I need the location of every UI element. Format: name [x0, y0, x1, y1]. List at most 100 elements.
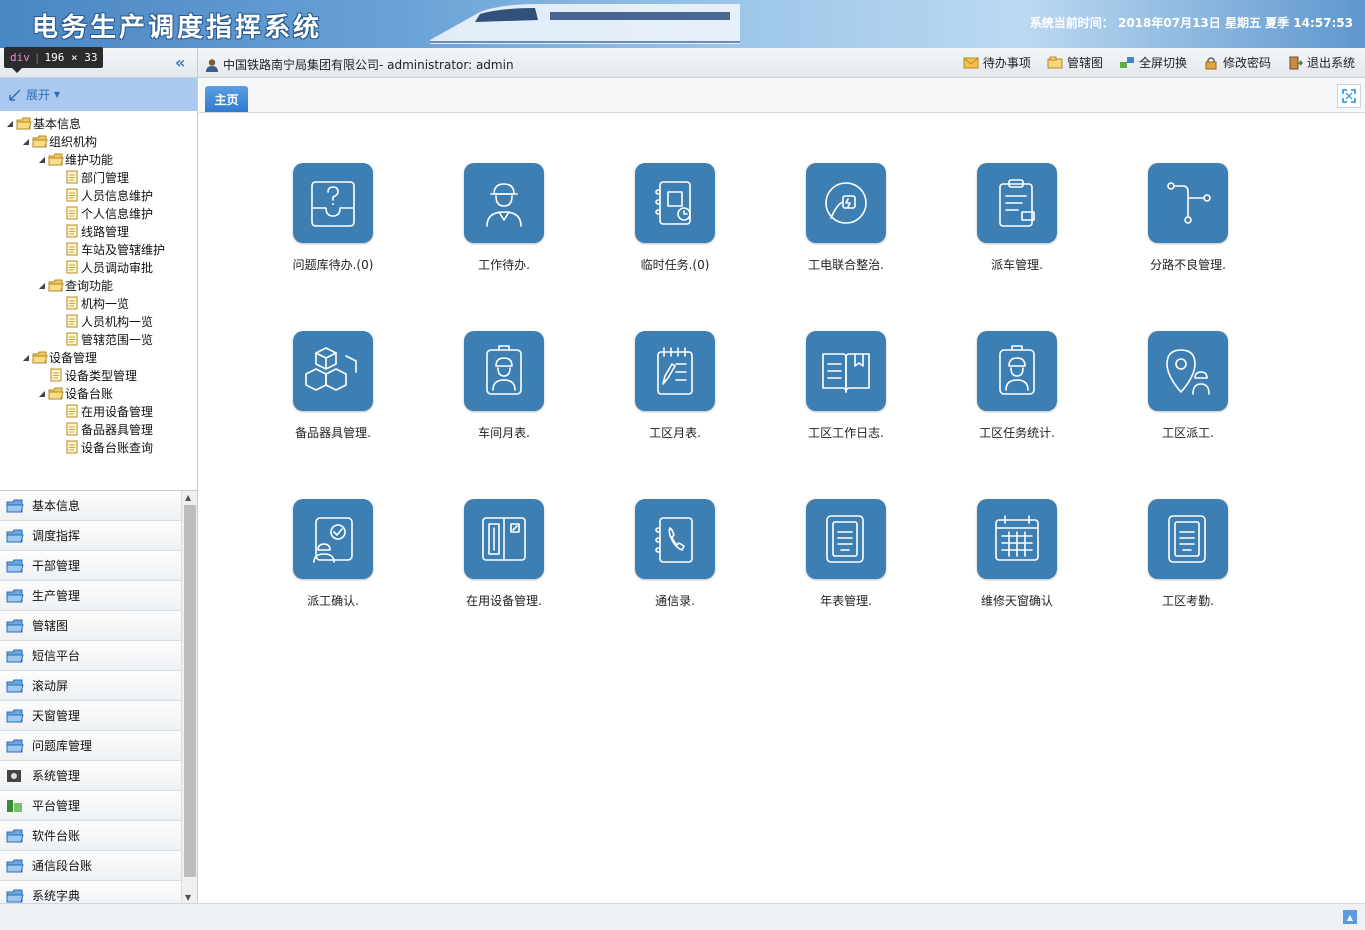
accordion-item[interactable]: 短信平台 [0, 641, 181, 671]
tile-label[interactable]: 在用设备管理. [434, 592, 574, 609]
function-tile[interactable]: 临时任务.(0) [605, 163, 745, 283]
tree-leaf[interactable]: 备品器具管理 [4, 420, 197, 438]
accordion-item[interactable]: 系统字典 [0, 881, 181, 903]
function-tile[interactable]: 车间月表. [434, 331, 574, 451]
function-tile[interactable]: 工区工作日志. [776, 331, 916, 451]
tab-home[interactable]: 主页 [205, 86, 248, 112]
jurisdiction-map-button[interactable]: 管辖图 [1047, 54, 1103, 71]
accordion-item[interactable]: 生产管理 [0, 581, 181, 611]
tile-icon-box[interactable] [806, 499, 886, 579]
tree-toggle-icon[interactable]: ◢ [20, 353, 32, 362]
tile-label[interactable]: 分路不良管理. [1118, 256, 1258, 273]
tile-icon-box[interactable] [293, 331, 373, 411]
tile-label[interactable]: 工区工作日志. [776, 424, 916, 441]
tree-toggle-icon[interactable]: ◢ [36, 281, 48, 290]
tile-label[interactable]: 临时任务.(0) [605, 256, 745, 273]
function-tile[interactable]: 年表管理. [776, 499, 916, 619]
tile-icon-box[interactable] [293, 163, 373, 243]
tree-leaf[interactable]: 线路管理 [4, 222, 197, 240]
function-tile[interactable]: 派工确认. [263, 499, 403, 619]
tree-folder[interactable]: ◢ 设备台账 [4, 384, 197, 402]
fullscreen-button[interactable] [1337, 84, 1361, 108]
tile-label[interactable]: 工区考勤. [1118, 592, 1258, 609]
tile-icon-box[interactable] [977, 331, 1057, 411]
function-tile[interactable]: 分路不良管理. [1118, 163, 1258, 283]
tile-icon-box[interactable] [293, 499, 373, 579]
tile-label[interactable]: 工区任务统计. [947, 424, 1087, 441]
accordion-item[interactable]: 平台管理 [0, 791, 181, 821]
function-tile[interactable]: 通信录. [605, 499, 745, 619]
tree-folder[interactable]: ◢ 维护功能 [4, 150, 197, 168]
tile-icon-box[interactable] [1148, 331, 1228, 411]
tile-label[interactable]: 备品器具管理. [263, 424, 403, 441]
change-password-button[interactable]: 修改密码 [1203, 54, 1271, 71]
collapse-sidebar-icon[interactable]: « [175, 53, 185, 72]
function-tile[interactable]: 工作待办. [434, 163, 574, 283]
scroll-down-icon[interactable]: ▼ [185, 893, 191, 902]
tree-leaf[interactable]: 管辖范围一览 [4, 330, 197, 348]
tree-folder[interactable]: ◢ 设备管理 [4, 348, 197, 366]
tree-leaf[interactable]: 车站及管辖维护 [4, 240, 197, 258]
tile-icon-box[interactable] [1148, 163, 1228, 243]
tree-leaf[interactable]: 在用设备管理 [4, 402, 197, 420]
function-tile[interactable]: 工区月表. [605, 331, 745, 451]
scroll-to-top-button[interactable]: ▲ [1343, 910, 1357, 924]
tile-label[interactable]: 问题库待办.(0) [263, 256, 403, 273]
tree-folder[interactable]: ◢ 组织机构 [4, 132, 197, 150]
fullscreen-toggle-button[interactable]: 全屏切换 [1119, 54, 1187, 71]
tree-toggle-icon[interactable]: ◢ [36, 155, 48, 164]
function-tile[interactable]: 工区考勤. [1118, 499, 1258, 619]
tree-leaf[interactable]: 设备台账查询 [4, 438, 197, 456]
function-tile[interactable]: 工电联合整治. [776, 163, 916, 283]
tree-leaf[interactable]: 设备类型管理 [4, 366, 197, 384]
tile-label[interactable]: 通信录. [605, 592, 745, 609]
tree-leaf[interactable]: 人员机构一览 [4, 312, 197, 330]
tile-label[interactable]: 维修天窗确认 [947, 592, 1087, 609]
tree-leaf[interactable]: 人员调动审批 [4, 258, 197, 276]
tile-icon-box[interactable] [977, 163, 1057, 243]
scrollbar-thumb[interactable] [184, 505, 196, 877]
tile-icon-box[interactable] [806, 163, 886, 243]
accordion-item[interactable]: 干部管理 [0, 551, 181, 581]
accordion-item[interactable]: 基本信息 [0, 491, 181, 521]
logout-button[interactable]: 退出系统 [1287, 54, 1355, 71]
todo-button[interactable]: 待办事项 [963, 54, 1031, 71]
tile-label[interactable]: 工作待办. [434, 256, 574, 273]
function-tile[interactable]: 派车管理. [947, 163, 1087, 283]
tile-icon-box[interactable] [635, 331, 715, 411]
tree-toggle-icon[interactable]: ◢ [4, 119, 16, 128]
scroll-up-icon[interactable]: ▲ [185, 493, 191, 502]
function-tile[interactable]: 备品器具管理. [263, 331, 403, 451]
accordion-item[interactable]: 滚动屏 [0, 671, 181, 701]
tile-icon-box[interactable] [1148, 499, 1228, 579]
accordion-item[interactable]: 通信段台账 [0, 851, 181, 881]
accordion-item[interactable]: 天窗管理 [0, 701, 181, 731]
tree-leaf[interactable]: 部门管理 [4, 168, 197, 186]
tile-icon-box[interactable] [635, 163, 715, 243]
tree-toggle-icon[interactable]: ◢ [20, 137, 32, 146]
tile-icon-box[interactable] [977, 499, 1057, 579]
tile-label[interactable]: 工电联合整治. [776, 256, 916, 273]
tile-icon-box[interactable] [635, 499, 715, 579]
function-tile[interactable]: 在用设备管理. [434, 499, 574, 619]
tile-label[interactable]: 派车管理. [947, 256, 1087, 273]
tree-leaf[interactable]: 机构一览 [4, 294, 197, 312]
tree-folder[interactable]: ◢ 基本信息 [4, 114, 197, 132]
tree-toggle-icon[interactable]: ◢ [36, 389, 48, 398]
tile-label[interactable]: 车间月表. [434, 424, 574, 441]
accordion-scrollbar[interactable]: ▲ ▼ [181, 491, 197, 903]
tree-leaf[interactable]: 个人信息维护 [4, 204, 197, 222]
tile-icon-box[interactable] [806, 331, 886, 411]
tile-label[interactable]: 年表管理. [776, 592, 916, 609]
function-tile[interactable]: 问题库待办.(0) [263, 163, 403, 283]
accordion-item[interactable]: 软件台账 [0, 821, 181, 851]
tile-icon-box[interactable] [464, 499, 544, 579]
tile-label[interactable]: 工区派工. [1118, 424, 1258, 441]
tile-icon-box[interactable] [464, 163, 544, 243]
tree-leaf[interactable]: 人员信息维护 [4, 186, 197, 204]
accordion-item[interactable]: 管辖图 [0, 611, 181, 641]
tile-label[interactable]: 派工确认. [263, 592, 403, 609]
tile-icon-box[interactable] [464, 331, 544, 411]
expand-button[interactable]: 展开 ▼ [0, 78, 197, 111]
tile-label[interactable]: 工区月表. [605, 424, 745, 441]
